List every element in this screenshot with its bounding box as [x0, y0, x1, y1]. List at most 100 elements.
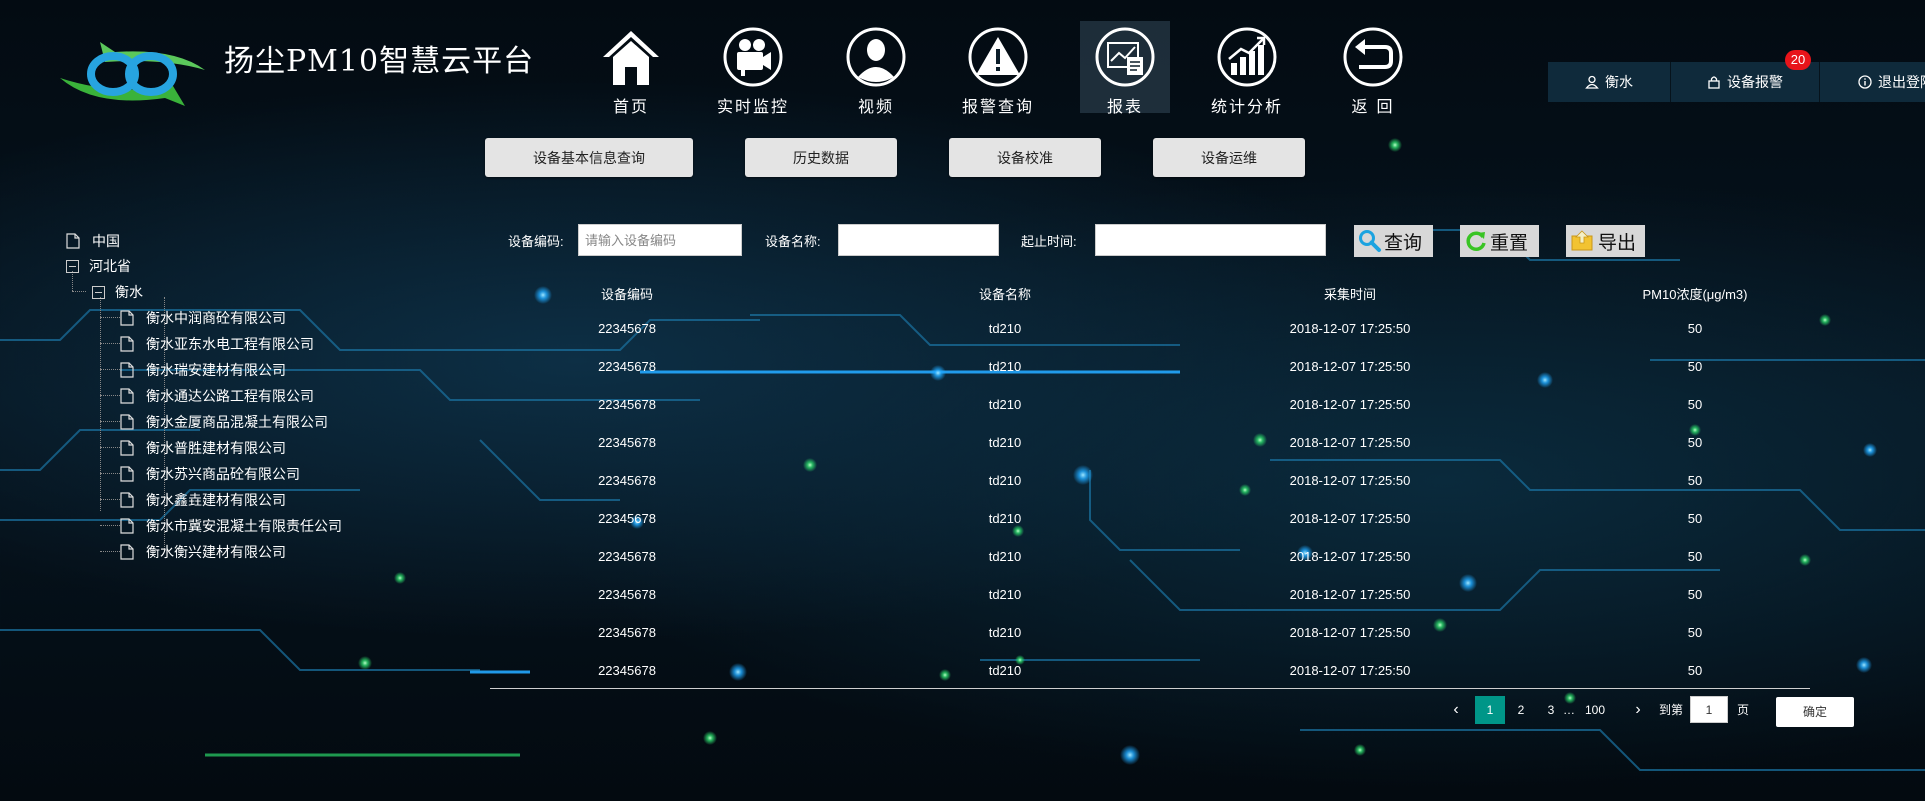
alarm-count-badge: 20 — [1785, 50, 1811, 70]
app-title: 扬尘PM10智慧云平台 — [224, 44, 535, 79]
nav-home[interactable]: 首页 — [586, 21, 676, 116]
document-icon — [120, 440, 134, 456]
tree-node-company[interactable]: 衡水市冀安混凝土有限责任公司 — [120, 515, 342, 537]
tree-node-company[interactable]: 衡水亚东水电工程有限公司 — [120, 333, 314, 355]
cell-pm10: 50 — [1687, 359, 1703, 374]
cell-pm10: 50 — [1687, 435, 1703, 450]
query-label: 查询 — [1384, 232, 1423, 254]
user-icon — [1585, 75, 1599, 89]
cell-device-name: td210 — [988, 321, 1022, 336]
device-name-input[interactable] — [838, 224, 999, 256]
document-icon — [120, 336, 134, 352]
cell-device-name: td210 — [988, 587, 1022, 602]
cell-pm10: 50 — [1687, 511, 1703, 526]
nav-alarm-query[interactable]: 报警查询 — [953, 21, 1043, 116]
collapse-icon[interactable] — [92, 285, 105, 299]
time-range-input[interactable] — [1095, 224, 1326, 256]
nav-report[interactable]: 报表 — [1080, 21, 1170, 116]
device-code-input[interactable] — [578, 224, 742, 256]
collapse-icon[interactable] — [66, 259, 79, 273]
table-row[interactable]: 22345678 td210 2018-12-07 17:25:50 50 — [490, 663, 1810, 701]
tree-node-company[interactable]: 衡水金厦商品混凝土有限公司 — [120, 411, 328, 433]
page-last[interactable]: 100 — [1580, 696, 1610, 724]
page-number[interactable]: 3 — [1543, 696, 1559, 724]
device-alarm-button[interactable]: 设备报警 20 — [1671, 50, 1820, 102]
table-row[interactable]: 22345678 td210 2018-12-07 17:25:50 50 — [490, 625, 1810, 663]
cell-device-name: td210 — [988, 473, 1022, 488]
tree-node-hebei[interactable]: 河北省 — [66, 255, 131, 277]
nav-video-label: 视频 — [857, 97, 894, 116]
nav-realtime-monitor[interactable]: 实时监控 — [708, 21, 798, 116]
nav-statistics-label: 统计分析 — [1210, 97, 1283, 116]
table-row[interactable]: 22345678 td210 2018-12-07 17:25:50 50 — [490, 321, 1810, 359]
device-code-label: 设备编码: — [508, 234, 564, 249]
nav-return-label: 返 回 — [1351, 97, 1395, 116]
table-row[interactable]: 22345678 td210 2018-12-07 17:25:50 50 — [490, 587, 1810, 625]
cell-device-code: 22345678 — [598, 625, 656, 640]
table-row[interactable]: 22345678 td210 2018-12-07 17:25:50 50 — [490, 549, 1810, 587]
logout-label: 退出登陆 — [1878, 74, 1925, 90]
goto-page-input[interactable] — [1690, 696, 1728, 723]
cell-collect-time: 2018-12-07 17:25:50 — [1289, 321, 1411, 336]
table-row[interactable]: 22345678 td210 2018-12-07 17:25:50 50 — [490, 435, 1810, 473]
tree-node-company[interactable]: 衡水苏兴商品砼有限公司 — [120, 463, 300, 485]
user-button[interactable]: 衡水 — [1548, 62, 1671, 102]
tree-node-company[interactable]: 衡水中润商砼有限公司 — [120, 307, 286, 329]
cell-pm10: 50 — [1687, 663, 1703, 678]
query-button[interactable]: 查询 — [1354, 225, 1433, 257]
tree-node-label: 衡水亚东水电工程有限公司 — [146, 336, 314, 352]
document-icon — [120, 414, 134, 430]
table-row[interactable]: 22345678 td210 2018-12-07 17:25:50 50 — [490, 397, 1810, 435]
nav-video[interactable]: 视频 — [831, 21, 921, 116]
tree-node-label: 衡水鑫垚建材有限公司 — [146, 492, 286, 508]
document-icon — [120, 544, 134, 560]
table-row[interactable]: 22345678 td210 2018-12-07 17:25:50 50 — [490, 511, 1810, 549]
nav-statistics[interactable]: 统计分析 — [1202, 21, 1292, 116]
page-number[interactable]: 2 — [1513, 696, 1529, 724]
document-icon — [120, 492, 134, 508]
tree-node-label: 河北省 — [89, 258, 131, 274]
tree-node-company[interactable]: 衡水鑫垚建材有限公司 — [120, 489, 286, 511]
nav-report-label: 报表 — [1106, 97, 1143, 116]
tree-node-china[interactable]: 中国 — [66, 230, 120, 252]
cell-device-name: td210 — [988, 397, 1022, 412]
refresh-icon — [1466, 231, 1486, 251]
tree-node-company[interactable]: 衡水通达公路工程有限公司 — [120, 385, 314, 407]
cell-device-code: 22345678 — [598, 663, 656, 678]
export-button[interactable]: 导出 — [1566, 225, 1645, 257]
cell-device-name: td210 — [988, 663, 1022, 678]
tree-node-hengshui[interactable]: 衡水 — [92, 281, 143, 303]
return-icon — [1343, 27, 1403, 87]
cell-device-name: td210 — [988, 435, 1022, 450]
table-header: 设备编码 设备名称 采集时间 PM10浓度(μg/m3) — [490, 284, 1810, 322]
nav-return[interactable]: 返 回 — [1328, 21, 1418, 116]
tree-node-company[interactable]: 衡水瑞安建材有限公司 — [120, 359, 286, 381]
device-name-label: 设备名称: — [765, 234, 821, 249]
goto-confirm-button[interactable]: 确定 — [1776, 697, 1854, 727]
cell-collect-time: 2018-12-07 17:25:50 — [1289, 359, 1411, 374]
cell-pm10: 50 — [1687, 625, 1703, 640]
cell-device-code: 22345678 — [598, 511, 656, 526]
prev-page-icon[interactable]: ‹ — [1448, 696, 1464, 724]
tab-device-maintenance[interactable]: 设备运维 — [1153, 138, 1305, 177]
next-page-icon[interactable]: › — [1630, 696, 1646, 724]
page-current[interactable]: 1 — [1475, 696, 1505, 724]
cell-collect-time: 2018-12-07 17:25:50 — [1289, 549, 1411, 564]
document-icon — [120, 388, 134, 404]
column-header: PM10浓度(μg/m3) — [1642, 287, 1748, 302]
tab-device-calibration[interactable]: 设备校准 — [949, 138, 1101, 177]
logout-button[interactable]: 退出登陆 — [1820, 62, 1925, 102]
reset-button[interactable]: 重置 — [1460, 225, 1539, 257]
tree-node-company[interactable]: 衡水衡兴建材有限公司 — [120, 541, 286, 563]
tree-node-label: 衡水通达公路工程有限公司 — [146, 388, 314, 404]
cell-device-code: 22345678 — [598, 549, 656, 564]
cell-device-name: td210 — [988, 625, 1022, 640]
cell-collect-time: 2018-12-07 17:25:50 — [1289, 397, 1411, 412]
tab-device-info-query[interactable]: 设备基本信息查询 — [485, 138, 693, 177]
table-row[interactable]: 22345678 td210 2018-12-07 17:25:50 50 — [490, 359, 1810, 397]
tree-node-company[interactable]: 衡水普胜建材有限公司 — [120, 437, 286, 459]
export-icon — [1571, 230, 1593, 251]
tab-history-data[interactable]: 历史数据 — [745, 138, 897, 177]
time-range-label: 起止时间: — [1021, 234, 1077, 249]
table-row[interactable]: 22345678 td210 2018-12-07 17:25:50 50 — [490, 473, 1810, 511]
